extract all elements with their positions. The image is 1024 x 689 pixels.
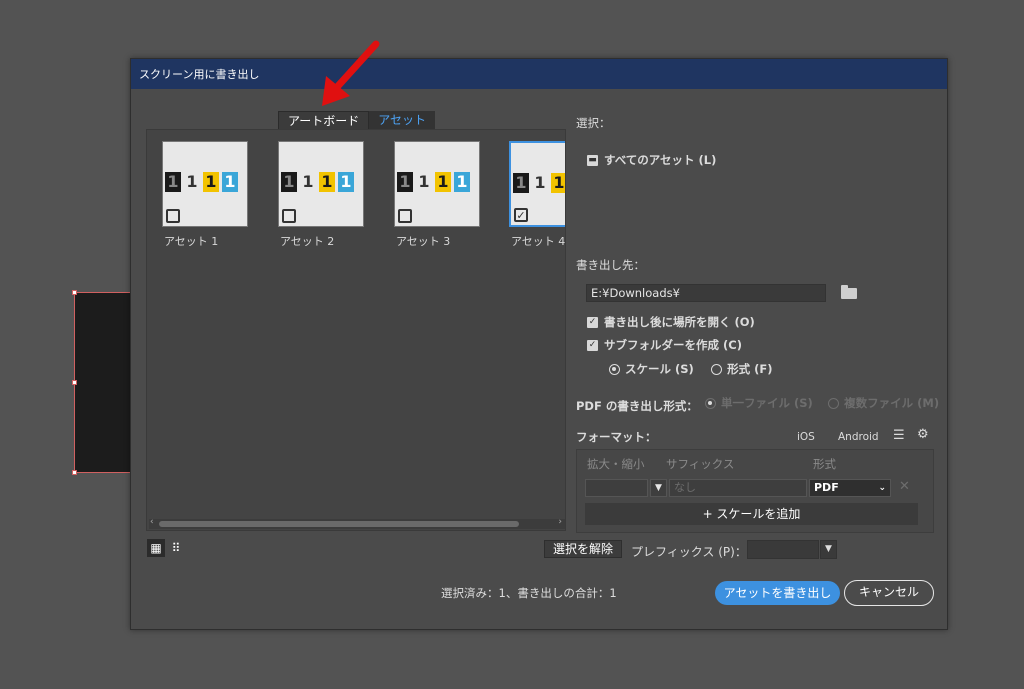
folder-icon[interactable] — [841, 285, 857, 299]
scale-radio[interactable] — [609, 364, 620, 375]
export-assets-button[interactable]: アセットを書き出し — [715, 581, 840, 605]
selection-summary: 選択済み：1、書き出しの合計：1 — [441, 586, 617, 600]
thumb-digit: 1 — [186, 172, 198, 191]
asset-preview-image[interactable]: 1 1 1 1 — [278, 141, 364, 227]
format-radio-label: 形式 (F) — [727, 362, 773, 376]
asset-thumbnail-selected[interactable]: 1 1 1 1 ✓ アセット 4 — [509, 141, 566, 249]
asset-thumbnail[interactable]: 1 1 1 1 アセット 2 — [278, 141, 364, 249]
asset-thumbnail[interactable]: 1 1 1 1 アセット 1 — [162, 141, 248, 249]
create-subfolder-row[interactable]: ✓ サブフォルダーを作成 (C) — [587, 337, 742, 353]
pdf-options-row: 単一ファイル (S) 複数ファイル (M) — [705, 395, 939, 411]
view-toggle: ▦ ⠿ — [147, 539, 185, 557]
thumb-digit: 1 — [338, 172, 354, 192]
pdf-single-radio[interactable] — [705, 398, 716, 409]
cancel-button[interactable]: キャンセル — [844, 580, 934, 606]
indeterminate-checkbox-icon[interactable]: ▬ — [587, 155, 598, 166]
thumb-digit: 1 — [435, 172, 451, 192]
deselect-button[interactable]: 選択を解除 — [544, 540, 622, 558]
format-select[interactable]: PDF ⌄ — [809, 479, 891, 497]
col-scale-header: 拡大・縮小 — [587, 457, 645, 471]
checkbox-checked-icon[interactable]: ✓ — [587, 340, 598, 351]
destination-heading: 書き出し先： — [576, 258, 645, 272]
asset-preview-image[interactable]: 1 1 1 1 — [394, 141, 480, 227]
export-for-screens-dialog: スクリーン用に書き出し アートボード アセット 1 1 1 1 アセット 1 1… — [130, 58, 948, 630]
asset-checkbox[interactable] — [282, 209, 296, 223]
thumb-digit: 1 — [302, 172, 314, 191]
tab-asset[interactable]: アセット — [369, 111, 436, 129]
pdf-single-label: 単一ファイル (S) — [721, 396, 813, 410]
all-assets-label: すべてのアセット (L) — [604, 153, 717, 167]
selection-handle[interactable] — [72, 470, 77, 475]
pdf-multiple-radio[interactable] — [828, 398, 840, 409]
prefix-dropdown-icon[interactable]: ▼ — [820, 540, 837, 559]
scale-input[interactable] — [585, 479, 648, 497]
list-view-icon[interactable]: ⠿ — [167, 539, 185, 557]
chevron-down-icon: ⌄ — [878, 483, 886, 493]
subfolder-options-row: スケール (S) 形式 (F) — [609, 361, 773, 377]
dialog-title: スクリーン用に書き出し — [131, 59, 947, 89]
prefix-input[interactable] — [747, 540, 819, 559]
thumb-digit: 1 — [454, 172, 470, 192]
open-after-label: 書き出し後に場所を開く (O) — [604, 315, 755, 329]
thumb-digit: 1 — [418, 172, 430, 191]
asset-preview-image[interactable]: 1 1 1 1 — [162, 141, 248, 227]
asset-label: アセット 1 — [164, 235, 219, 248]
destination-path-field[interactable]: E:¥Downloads¥ — [586, 284, 826, 302]
asset-checkbox-checked[interactable]: ✓ — [514, 208, 528, 222]
asset-grid-panel: 1 1 1 1 アセット 1 1 1 1 1 アセット 2 1 1 1 1 アセ… — [146, 129, 566, 531]
gear-icon[interactable]: ⚙ — [917, 427, 929, 442]
thumb-digit: 1 — [203, 172, 219, 192]
asset-preview-image[interactable]: 1 1 1 1 ✓ — [509, 141, 565, 227]
list-menu-icon[interactable]: ☰ — [893, 428, 905, 443]
asset-label: アセット 4 — [511, 235, 566, 248]
checkbox-checked-icon[interactable]: ✓ — [587, 317, 598, 328]
scroll-right-icon[interactable]: › — [558, 517, 562, 527]
format-table: 拡大・縮小 サフィックス 形式 ▼ なし PDF ⌄ ✕ + スケールを追加 — [576, 449, 934, 533]
selection-heading: 選択： — [576, 116, 611, 130]
format-radio[interactable] — [711, 364, 723, 375]
annotation-arrow-icon — [322, 40, 380, 106]
remove-row-icon[interactable]: ✕ — [895, 479, 911, 497]
pdf-format-label: PDF の書き出し形式： — [576, 399, 698, 413]
canvas-artwork-object[interactable] — [74, 292, 134, 473]
asset-checkbox[interactable] — [398, 209, 412, 223]
thumb-digit: 1 — [397, 172, 413, 192]
scale-dropdown-icon[interactable]: ▼ — [650, 479, 667, 497]
col-format-header: 形式 — [813, 457, 836, 471]
format-select-value: PDF — [814, 481, 839, 494]
add-scale-button[interactable]: + スケールを追加 — [585, 503, 918, 525]
asset-label: アセット 3 — [396, 235, 451, 248]
thumb-digit: 1 — [551, 173, 565, 193]
thumb-digit: 1 — [281, 172, 297, 192]
asset-label: アセット 2 — [280, 235, 335, 248]
scrollbar-thumb[interactable] — [159, 521, 519, 527]
pdf-multiple-label: 複数ファイル (M) — [844, 396, 940, 410]
selection-handle[interactable] — [72, 380, 77, 385]
prefix-label: プレフィックス (P)： — [631, 545, 747, 559]
suffix-input[interactable]: なし — [669, 479, 807, 497]
all-assets-checkbox-row[interactable]: ▬ すべてのアセット (L) — [587, 152, 716, 168]
grid-view-icon[interactable]: ▦ — [147, 539, 165, 557]
scale-radio-label: スケール (S) — [625, 362, 694, 376]
selection-handle[interactable] — [72, 290, 77, 295]
tab-artboard[interactable]: アートボード — [278, 111, 370, 129]
create-subfolder-label: サブフォルダーを作成 (C) — [604, 338, 742, 352]
scroll-left-icon[interactable]: ‹ — [150, 517, 154, 527]
asset-thumbnail[interactable]: 1 1 1 1 アセット 3 — [394, 141, 480, 249]
tab-bar: アートボード アセット — [278, 111, 436, 129]
formats-heading: フォーマット： — [576, 430, 657, 444]
thumb-digit: 1 — [534, 173, 546, 192]
ios-preset-button[interactable]: iOS — [797, 431, 815, 443]
col-suffix-header: サフィックス — [666, 457, 735, 471]
horizontal-scrollbar[interactable]: ‹ › — [149, 517, 565, 529]
asset-checkbox[interactable] — [166, 209, 180, 223]
thumb-digit: 1 — [222, 172, 238, 192]
thumb-digit: 1 — [319, 172, 335, 192]
open-after-row[interactable]: ✓ 書き出し後に場所を開く (O) — [587, 314, 755, 330]
thumb-digit: 1 — [513, 173, 529, 193]
thumb-digit: 1 — [165, 172, 181, 192]
android-preset-button[interactable]: Android — [838, 431, 879, 443]
